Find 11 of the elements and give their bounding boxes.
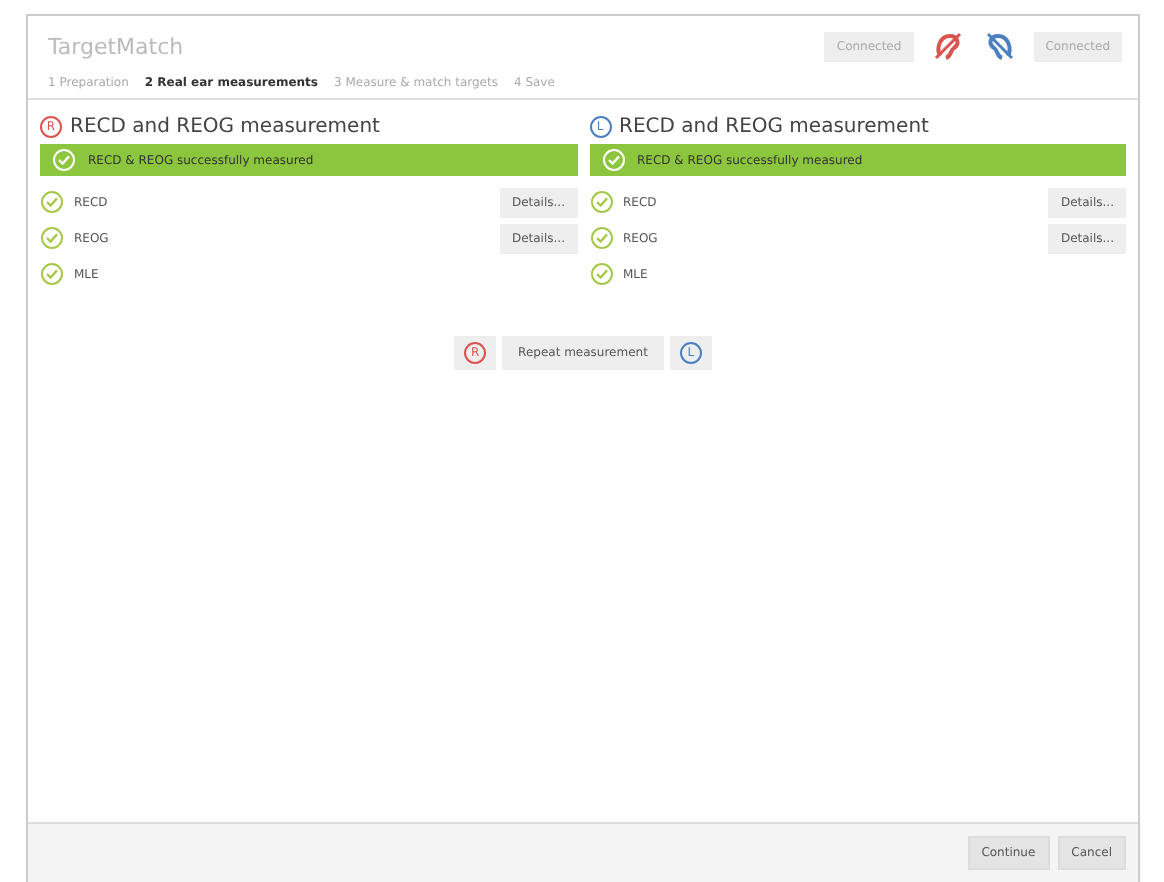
panel-title: RECD and REOG measurement <box>70 116 380 138</box>
check-icon <box>601 148 625 172</box>
check-icon <box>589 190 613 214</box>
check-icon <box>589 262 613 286</box>
check-icon <box>40 226 64 250</box>
check-icon <box>40 190 64 214</box>
check-icon <box>52 148 76 172</box>
panel-title: RECD and REOG measurement <box>619 116 929 138</box>
check-icon <box>589 226 613 250</box>
check-icon <box>40 262 64 286</box>
window-title: TargetMatch <box>48 33 184 59</box>
